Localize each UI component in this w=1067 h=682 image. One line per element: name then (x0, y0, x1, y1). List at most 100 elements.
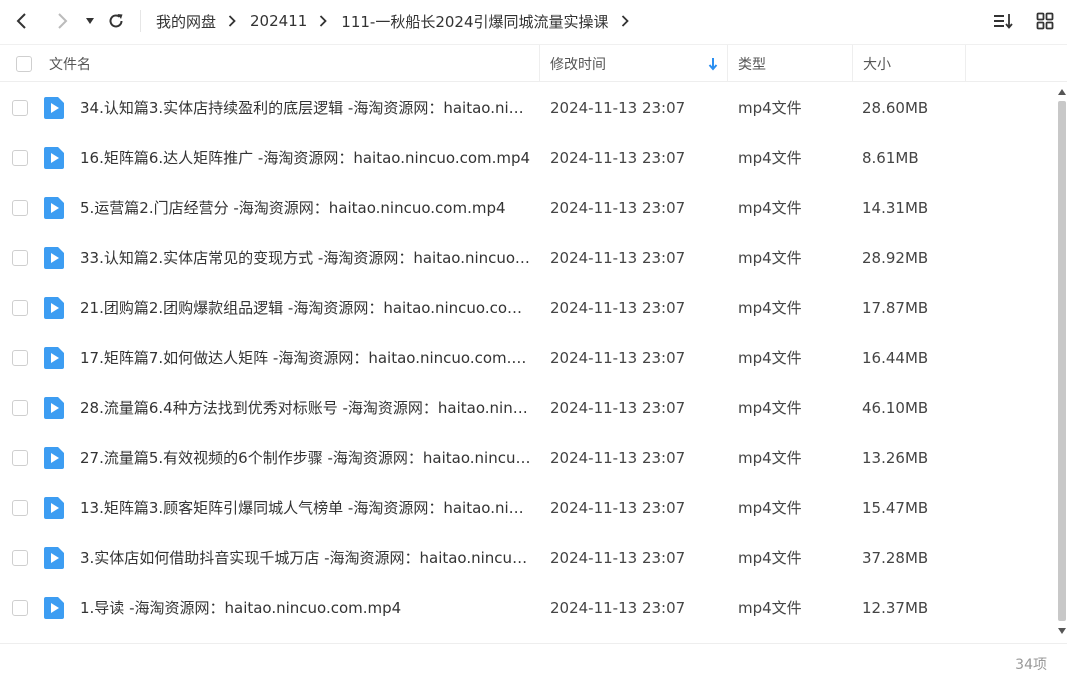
view-tools (991, 9, 1057, 33)
scroll-down-arrow-icon[interactable] (1058, 628, 1066, 634)
file-size: 8.61MB (862, 149, 919, 167)
breadcrumb-item-current[interactable]: 111-一秋船长2024引爆同城流量实操课 (341, 11, 608, 32)
row-checkbox[interactable] (12, 500, 28, 516)
file-size: 15.47MB (862, 499, 929, 517)
row-checkbox[interactable] (12, 550, 28, 566)
file-type: mp4文件 (738, 249, 802, 267)
file-name[interactable]: 28.流量篇6.4种方法找到优秀对标账号 -海淘资源网：haitao.nincu… (80, 383, 532, 433)
back-button[interactable] (10, 9, 34, 33)
file-modified-time: 2024-11-13 23:07 (550, 199, 686, 217)
file-name[interactable]: 27.流量篇5.有效视频的6个制作步骤 -海淘资源网：haitao.nincuo… (80, 433, 532, 483)
caret-down-icon (86, 18, 94, 24)
refresh-button[interactable] (104, 9, 128, 33)
file-row[interactable]: 28.流量篇6.4种方法找到优秀对标账号 -海淘资源网：haitao.nincu… (0, 383, 1056, 433)
history-dropdown-button[interactable] (78, 9, 102, 33)
file-size: 17.87MB (862, 299, 929, 317)
row-checkbox[interactable] (12, 600, 28, 616)
file-size: 12.37MB (862, 599, 929, 617)
file-modified-time: 2024-11-13 23:07 (550, 349, 686, 367)
column-divider (539, 45, 540, 82)
column-header-size[interactable]: 大小 (863, 45, 891, 82)
file-type: mp4文件 (738, 449, 802, 467)
file-modified-time: 2024-11-13 23:07 (550, 149, 686, 167)
file-type: mp4文件 (738, 349, 802, 367)
file-type: mp4文件 (738, 149, 802, 167)
toolbar-divider (140, 10, 141, 32)
file-modified-time: 2024-11-13 23:07 (550, 549, 686, 567)
file-row[interactable]: 33.认知篇2.实体店常见的变现方式 -海淘资源网：haitao.nincuo.… (0, 233, 1056, 283)
chevron-left-icon (16, 13, 26, 29)
file-row[interactable]: 3.实体店如何借助抖音实现千城万店 -海淘资源网：haitao.nincuo.c… (0, 533, 1056, 583)
file-name[interactable]: 13.矩阵篇3.顾客矩阵引爆同城人气榜单 -海淘资源网：haitao.nincu… (80, 483, 532, 533)
file-modified-time: 2024-11-13 23:07 (550, 599, 686, 617)
navigation-bar: 我的网盘 202411 111-一秋船长2024引爆同城流量实操课 (0, 0, 1067, 42)
row-checkbox[interactable] (12, 400, 28, 416)
file-modified-time: 2024-11-13 23:07 (550, 99, 686, 117)
breadcrumb-item-root[interactable]: 我的网盘 (156, 11, 216, 32)
file-type: mp4文件 (738, 99, 802, 117)
file-size: 14.31MB (862, 199, 929, 217)
file-row[interactable]: 34.认知篇3.实体店持续盈利的底层逻辑 -海淘资源网：haitao.nincu… (0, 83, 1056, 133)
file-name[interactable]: 21.团购篇2.团购爆款组品逻辑 -海淘资源网：haitao.nincuo.co… (80, 283, 532, 333)
refresh-icon (109, 14, 123, 28)
row-checkbox[interactable] (12, 250, 28, 266)
file-name[interactable]: 17.矩阵篇7.如何做达人矩阵 -海淘资源网：haitao.nincuo.com… (80, 333, 532, 383)
file-size: 28.60MB (862, 99, 929, 117)
row-checkbox[interactable] (12, 100, 28, 116)
grid-icon (1036, 12, 1054, 30)
file-type: mp4文件 (738, 549, 802, 567)
row-checkbox[interactable] (12, 200, 28, 216)
file-name[interactable]: 1.导读 -海淘资源网：haitao.nincuo.com.mp4 (80, 583, 532, 633)
grid-view-button[interactable] (1033, 9, 1057, 33)
column-divider (965, 45, 966, 82)
sort-button[interactable] (991, 9, 1015, 33)
file-row[interactable]: 21.团购篇2.团购爆款组品逻辑 -海淘资源网：haitao.nincuo.co… (0, 283, 1056, 333)
file-type: mp4文件 (738, 199, 802, 217)
breadcrumb-item-folder[interactable]: 202411 (250, 12, 307, 30)
file-type: mp4文件 (738, 599, 802, 617)
video-file-icon (44, 197, 64, 219)
scroll-up-arrow-icon[interactable] (1058, 89, 1066, 95)
file-row[interactable]: 16.矩阵篇6.达人矩阵推广 -海淘资源网：haitao.nincuo.com.… (0, 133, 1056, 183)
file-size: 16.44MB (862, 349, 929, 367)
file-size: 46.10MB (862, 399, 929, 417)
file-size: 28.92MB (862, 249, 929, 267)
video-file-icon (44, 597, 64, 619)
video-file-icon (44, 347, 64, 369)
file-name[interactable]: 5.运营篇2.门店经营分 -海淘资源网：haitao.nincuo.com.mp… (80, 183, 532, 233)
video-file-icon (44, 397, 64, 419)
sort-descending-icon (708, 45, 718, 82)
chevron-right-icon[interactable] (621, 15, 629, 27)
file-row[interactable]: 5.运营篇2.门店经营分 -海淘资源网：haitao.nincuo.com.mp… (0, 183, 1056, 233)
column-header-modified[interactable]: 修改时间 (550, 45, 606, 82)
forward-button[interactable] (50, 9, 74, 33)
video-file-icon (44, 147, 64, 169)
file-name[interactable]: 16.矩阵篇6.达人矩阵推广 -海淘资源网：haitao.nincuo.com.… (80, 133, 532, 183)
file-list: 34.认知篇3.实体店持续盈利的底层逻辑 -海淘资源网：haitao.nincu… (0, 83, 1056, 633)
file-row[interactable]: 1.导读 -海淘资源网：haitao.nincuo.com.mp4 2024-1… (0, 583, 1056, 633)
file-name[interactable]: 34.认知篇3.实体店持续盈利的底层逻辑 -海淘资源网：haitao.nincu… (80, 83, 532, 133)
column-divider (852, 45, 853, 82)
file-size: 37.28MB (862, 549, 929, 567)
file-row[interactable]: 13.矩阵篇3.顾客矩阵引爆同城人气榜单 -海淘资源网：haitao.nincu… (0, 483, 1056, 533)
file-row[interactable]: 27.流量篇5.有效视频的6个制作步骤 -海淘资源网：haitao.nincuo… (0, 433, 1056, 483)
row-checkbox[interactable] (12, 300, 28, 316)
select-all-checkbox[interactable] (16, 45, 32, 82)
scrollbar-thumb[interactable] (1058, 101, 1066, 621)
chevron-right-icon (58, 13, 68, 29)
column-header-type[interactable]: 类型 (738, 45, 766, 82)
file-modified-time: 2024-11-13 23:07 (550, 449, 686, 467)
row-checkbox[interactable] (12, 150, 28, 166)
file-name[interactable]: 33.认知篇2.实体店常见的变现方式 -海淘资源网：haitao.nincuo.… (80, 233, 532, 283)
row-checkbox[interactable] (12, 350, 28, 366)
file-row[interactable]: 17.矩阵篇7.如何做达人矩阵 -海淘资源网：haitao.nincuo.com… (0, 333, 1056, 383)
column-divider (727, 45, 728, 82)
file-modified-time: 2024-11-13 23:07 (550, 299, 686, 317)
file-type: mp4文件 (738, 299, 802, 317)
column-header-name[interactable]: 文件名 (49, 45, 91, 82)
file-name[interactable]: 3.实体店如何借助抖音实现千城万店 -海淘资源网：haitao.nincuo.c… (80, 533, 532, 583)
row-checkbox[interactable] (12, 450, 28, 466)
file-type: mp4文件 (738, 399, 802, 417)
column-header: 文件名 修改时间 类型 大小 (0, 44, 1067, 82)
breadcrumb: 我的网盘 202411 111-一秋船长2024引爆同城流量实操课 (156, 0, 643, 42)
